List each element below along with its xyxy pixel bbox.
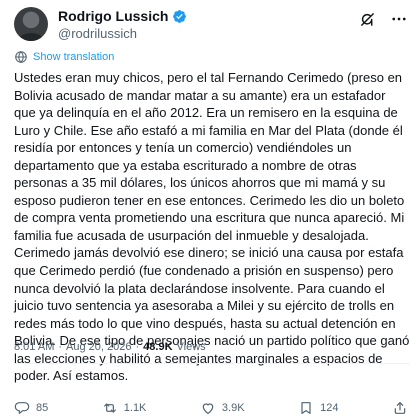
grok-icon[interactable] xyxy=(358,10,376,28)
avatar[interactable] xyxy=(14,7,48,41)
bookmark-button[interactable]: 124 xyxy=(298,400,338,416)
translate-icon xyxy=(15,51,27,63)
views-label: Views xyxy=(176,341,206,353)
header-actions xyxy=(358,10,408,28)
repost-count: 1.1K xyxy=(123,402,147,414)
divider xyxy=(14,363,410,364)
show-translation-link[interactable]: Show translation xyxy=(33,51,114,63)
author-handle[interactable]: @rodrilussich xyxy=(58,26,137,41)
tweet-meta: 8:01 AM · Aug 20, 2026 · 48.9K Views xyxy=(14,341,206,353)
bookmark-icon xyxy=(301,402,311,414)
like-icon xyxy=(202,403,214,414)
more-icon[interactable] xyxy=(390,10,408,28)
reply-count: 85 xyxy=(36,402,49,414)
tweet-date[interactable]: Aug 20, 2026 xyxy=(66,341,131,353)
tweet-text: Ustedes eran muy chicos, pero el tal Fer… xyxy=(14,70,410,384)
tweet-time[interactable]: 8:01 AM xyxy=(14,341,54,353)
reply-icon xyxy=(14,402,30,414)
author-name[interactable]: Rodrigo Lussich xyxy=(58,8,168,24)
meta-separator: · xyxy=(58,341,63,353)
repost-button[interactable]: 1.1K xyxy=(102,400,147,416)
reply-button[interactable]: 85 xyxy=(14,400,48,416)
views-count: 48.9K xyxy=(143,341,173,353)
show-translation-row[interactable]: Show translation xyxy=(14,50,114,64)
author-name-row: Rodrigo Lussich xyxy=(58,8,187,24)
repost-icon xyxy=(103,403,116,413)
tweet-header: Rodrigo Lussich @rodrilussich xyxy=(14,6,408,42)
verified-badge-icon xyxy=(173,9,187,23)
bookmark-count: 124 xyxy=(320,402,339,414)
share-icon[interactable] xyxy=(392,400,408,416)
avatar-shoulders xyxy=(18,33,44,41)
action-bar: 85 1.1K 3.9K 124 xyxy=(14,398,408,418)
meta-separator-2: · xyxy=(135,341,140,353)
like-button[interactable]: 3.9K xyxy=(200,400,245,416)
like-count: 3.9K xyxy=(221,402,245,414)
